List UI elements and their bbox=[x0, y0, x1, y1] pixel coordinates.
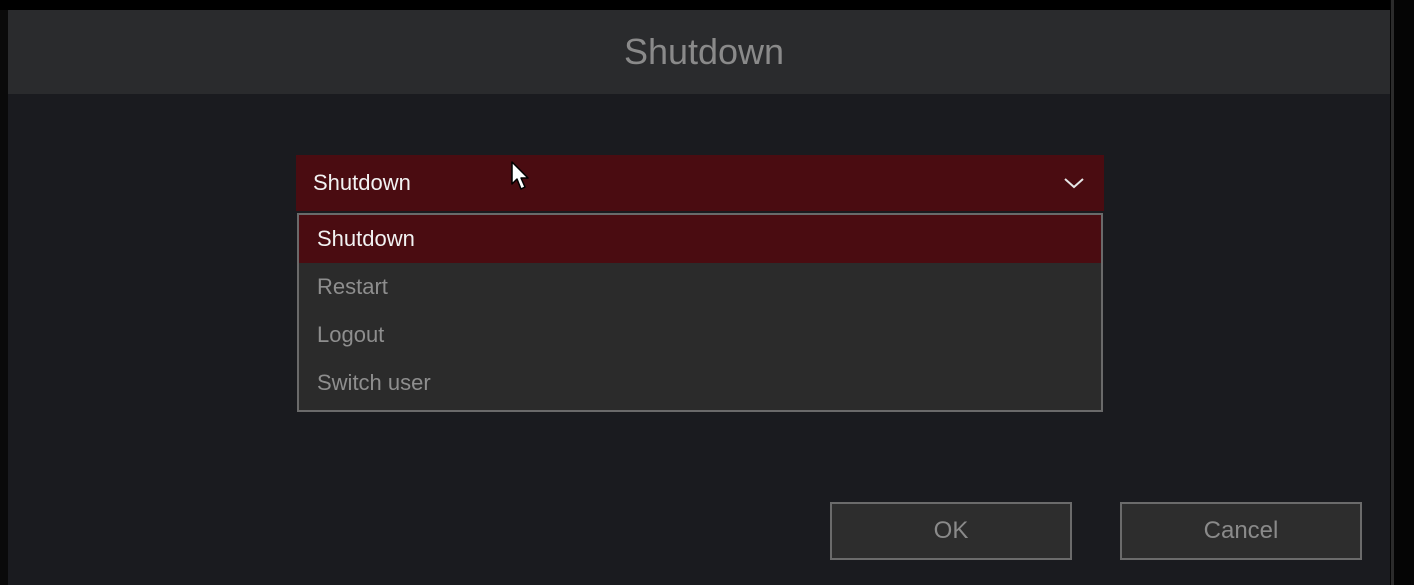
cancel-button[interactable]: Cancel bbox=[1120, 502, 1362, 560]
option-restart[interactable]: Restart bbox=[299, 263, 1101, 311]
cancel-button-label: Cancel bbox=[1203, 517, 1279, 544]
top-border bbox=[0, 0, 1414, 10]
option-label: Switch user bbox=[317, 370, 431, 395]
ok-button-label: OK bbox=[933, 517, 969, 544]
option-shutdown[interactable]: Shutdown bbox=[299, 215, 1101, 263]
select-value: Shutdown bbox=[313, 170, 411, 195]
option-label: Restart bbox=[317, 274, 388, 299]
shutdown-mode-select[interactable]: Shutdown bbox=[296, 155, 1104, 211]
ok-button[interactable]: OK bbox=[830, 502, 1072, 560]
select-dropdown-list: Shutdown Restart Logout Switch user bbox=[297, 213, 1103, 412]
screen: Shutdown Shutdown Shutdown Restart Logou… bbox=[0, 0, 1414, 585]
option-logout[interactable]: Logout bbox=[299, 311, 1101, 359]
option-label: Logout bbox=[317, 322, 385, 347]
option-switch-user[interactable]: Switch user bbox=[299, 359, 1101, 407]
mouse-pointer-icon bbox=[511, 161, 529, 190]
option-label: Shutdown bbox=[317, 226, 415, 251]
right-border-line bbox=[1391, 0, 1394, 585]
shutdown-dialog: Shutdown Shutdown Shutdown Restart Logou… bbox=[8, 10, 1390, 585]
dialog-title: Shutdown bbox=[623, 31, 785, 72]
dialog-header: Shutdown bbox=[8, 10, 1390, 94]
left-border bbox=[0, 10, 8, 585]
chevron-down-icon bbox=[1064, 178, 1084, 189]
